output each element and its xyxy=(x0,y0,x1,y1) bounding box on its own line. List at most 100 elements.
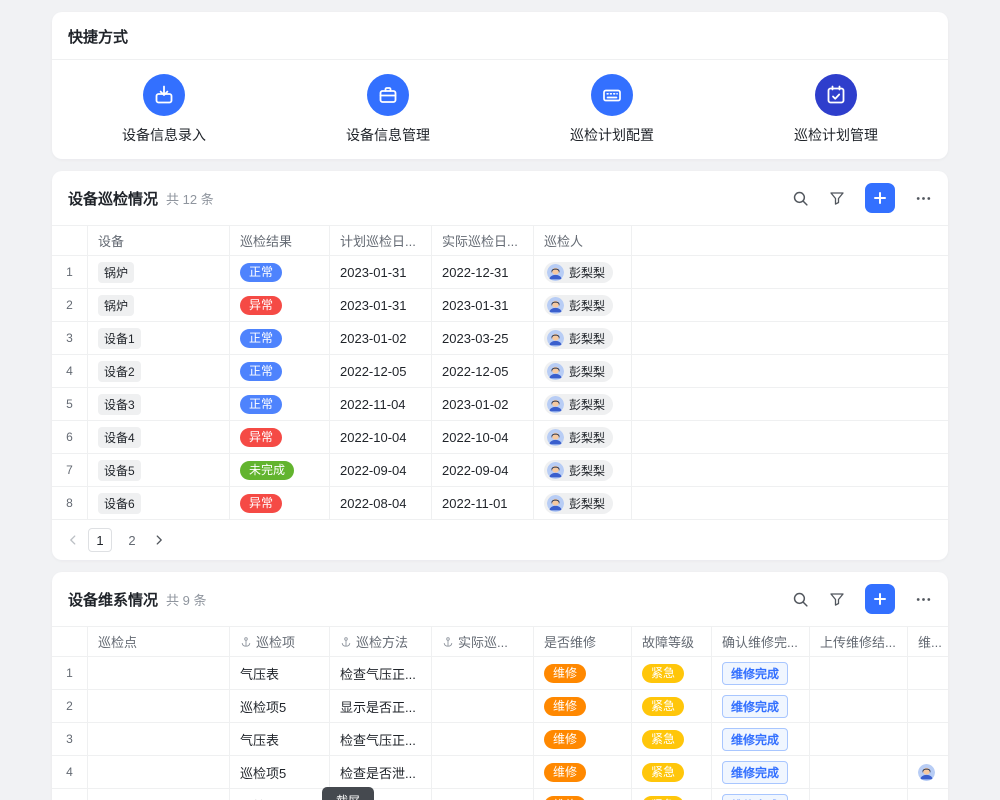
level-badge: 紧急 xyxy=(642,730,684,749)
table-row[interactable]: 2 锅炉 异常 2023-01-31 2023-01-31 彭梨梨 xyxy=(52,289,948,322)
row-number: 4 xyxy=(52,355,88,387)
col-item[interactable]: 巡检项 xyxy=(230,627,330,656)
empty-cell xyxy=(632,256,948,288)
table-row[interactable]: 8 设备6 异常 2022-08-04 2022-11-01 彭梨梨 xyxy=(52,487,948,520)
table-row[interactable]: 1 气压表 检查气压正... 维修 紧急 维修完成 xyxy=(52,657,948,690)
table-row[interactable]: 4 设备2 正常 2022-12-05 2022-12-05 彭梨梨 xyxy=(52,355,948,388)
lookup-icon xyxy=(442,636,454,648)
screenshot-tooltip: 截屏 xyxy=(322,787,374,800)
repair-cell: 维修 xyxy=(534,723,632,755)
repair-badge: 维修 xyxy=(544,763,586,782)
inspector-cell: 彭梨梨 xyxy=(534,454,632,486)
col-inspector[interactable]: 巡检人 xyxy=(534,226,632,255)
col-actual-label: 实际巡... xyxy=(458,632,508,651)
filter-icon[interactable] xyxy=(829,190,845,206)
lookup-icon xyxy=(240,636,252,648)
person-chip: 彭梨梨 xyxy=(544,460,613,481)
item-cell: 巡检项5 xyxy=(230,690,330,722)
result-cell: 正常 xyxy=(230,322,330,354)
pagination-prev-button[interactable] xyxy=(66,533,80,547)
table-row[interactable]: 4 巡检项5 检查是否泄... 维修 紧急 维修完成 xyxy=(52,756,948,789)
table-row[interactable]: 1 锅炉 正常 2023-01-31 2022-12-31 彭梨梨 xyxy=(52,256,948,289)
person-chip: 彭梨梨 xyxy=(544,262,613,283)
col-actual[interactable]: 实际巡... xyxy=(432,627,534,656)
col-planned-date[interactable]: 计划巡检日... xyxy=(330,226,432,255)
point-cell xyxy=(88,690,230,722)
level-badge: 紧急 xyxy=(642,763,684,782)
confirm-cell: 维修完成 xyxy=(712,657,810,689)
planned-date-cell: 2023-01-31 xyxy=(330,289,432,321)
repair-done-button[interactable]: 维修完成 xyxy=(722,794,788,800)
device-tag: 设备3 xyxy=(98,394,141,415)
table-row[interactable]: 3 设备1 正常 2023-01-02 2023-03-25 彭梨梨 xyxy=(52,322,948,355)
repair-done-button[interactable]: 维修完成 xyxy=(722,728,788,751)
repair-done-button[interactable]: 维修完成 xyxy=(722,695,788,718)
actual-date-cell: 2022-10-04 xyxy=(432,421,534,453)
col-confirm[interactable]: 确认维修完... xyxy=(712,627,810,656)
maintenance-table-header: 巡检点 巡检项 巡检方法 实际巡... 是否维修 故障等级 确认维修完... 上… xyxy=(52,626,948,657)
planned-date-cell: 2022-09-04 xyxy=(330,454,432,486)
col-method[interactable]: 巡检方法 xyxy=(330,627,432,656)
search-icon[interactable] xyxy=(792,591,809,608)
pagination-next-button[interactable] xyxy=(152,533,166,547)
col-actual-date[interactable]: 实际巡检日... xyxy=(432,226,534,255)
filter-icon[interactable] xyxy=(829,591,845,607)
table-row[interactable]: 3 气压表 检查气压正... 维修 紧急 维修完成 xyxy=(52,723,948,756)
row-number: 2 xyxy=(52,690,88,722)
confirm-cell: 维修完成 xyxy=(712,789,810,800)
col-point[interactable]: 巡检点 xyxy=(88,627,230,656)
col-device[interactable]: 设备 xyxy=(88,226,230,255)
col-item-label: 巡检项 xyxy=(256,632,295,651)
point-cell xyxy=(88,723,230,755)
repair-cell: 维修 xyxy=(534,657,632,689)
device-cell: 锅炉 xyxy=(88,289,230,321)
repair-done-button[interactable]: 维修完成 xyxy=(722,662,788,685)
inspector-name: 彭梨梨 xyxy=(569,297,605,314)
shortcut-plan-manage[interactable]: 巡检计划管理 xyxy=(724,74,948,145)
col-result[interactable]: 巡检结果 xyxy=(230,226,330,255)
device-cell: 锅炉 xyxy=(88,256,230,288)
shortcut-label: 设备信息管理 xyxy=(346,125,430,145)
shortcut-device-entry[interactable]: 设备信息录入 xyxy=(52,74,276,145)
inspection-title: 设备巡检情况 xyxy=(68,188,158,209)
status-badge: 正常 xyxy=(240,362,282,381)
table-row[interactable]: 7 设备5 未完成 2022-09-04 2022-09-04 彭梨梨 xyxy=(52,454,948,487)
repair-badge: 维修 xyxy=(544,664,586,683)
empty-cell xyxy=(632,487,948,519)
confirm-cell: 维修完成 xyxy=(712,690,810,722)
user-avatar xyxy=(547,429,564,446)
table-row[interactable]: 2 巡检项5 显示是否正... 维修 紧急 维修完成 xyxy=(52,690,948,723)
shortcut-plan-config[interactable]: 巡检计划配置 xyxy=(500,74,724,145)
col-repair[interactable]: 是否维修 xyxy=(534,627,632,656)
table-row[interactable]: 6 设备4 异常 2022-10-04 2022-10-04 彭梨梨 xyxy=(52,421,948,454)
level-cell: 紧急 xyxy=(632,657,712,689)
col-last[interactable]: 维... xyxy=(908,627,948,656)
result-cell: 异常 xyxy=(230,289,330,321)
inspector-name: 彭梨梨 xyxy=(569,462,605,479)
table-row[interactable]: 5 设备3 正常 2022-11-04 2023-01-02 彭梨梨 xyxy=(52,388,948,421)
confirm-cell: 维修完成 xyxy=(712,756,810,788)
inspector-name: 彭梨梨 xyxy=(569,429,605,446)
add-record-button[interactable] xyxy=(865,183,895,213)
maintenance-title: 设备维系情况 xyxy=(68,589,158,610)
empty-cell xyxy=(632,322,948,354)
col-upload[interactable]: 上传维修结... xyxy=(810,627,908,656)
col-filler xyxy=(632,226,948,255)
add-record-button[interactable] xyxy=(865,584,895,614)
row-number: 1 xyxy=(52,256,88,288)
pagination-page-2[interactable]: 2 xyxy=(120,528,144,552)
more-icon[interactable] xyxy=(915,190,932,207)
table-row[interactable]: 5 巡检项5 显示是否正... 维修 紧急 维修完成 xyxy=(52,789,948,800)
level-badge: 紧急 xyxy=(642,664,684,683)
level-cell: 紧急 xyxy=(632,756,712,788)
shortcut-device-manage[interactable]: 设备信息管理 xyxy=(276,74,500,145)
point-cell xyxy=(88,789,230,800)
pagination: 1 2 xyxy=(52,520,948,560)
repair-done-button[interactable]: 维修完成 xyxy=(722,761,788,784)
device-entry-icon xyxy=(143,74,185,116)
more-icon[interactable] xyxy=(915,591,932,608)
actual-date-cell: 2023-03-25 xyxy=(432,322,534,354)
col-level[interactable]: 故障等级 xyxy=(632,627,712,656)
search-icon[interactable] xyxy=(792,190,809,207)
pagination-page-1[interactable]: 1 xyxy=(88,528,112,552)
